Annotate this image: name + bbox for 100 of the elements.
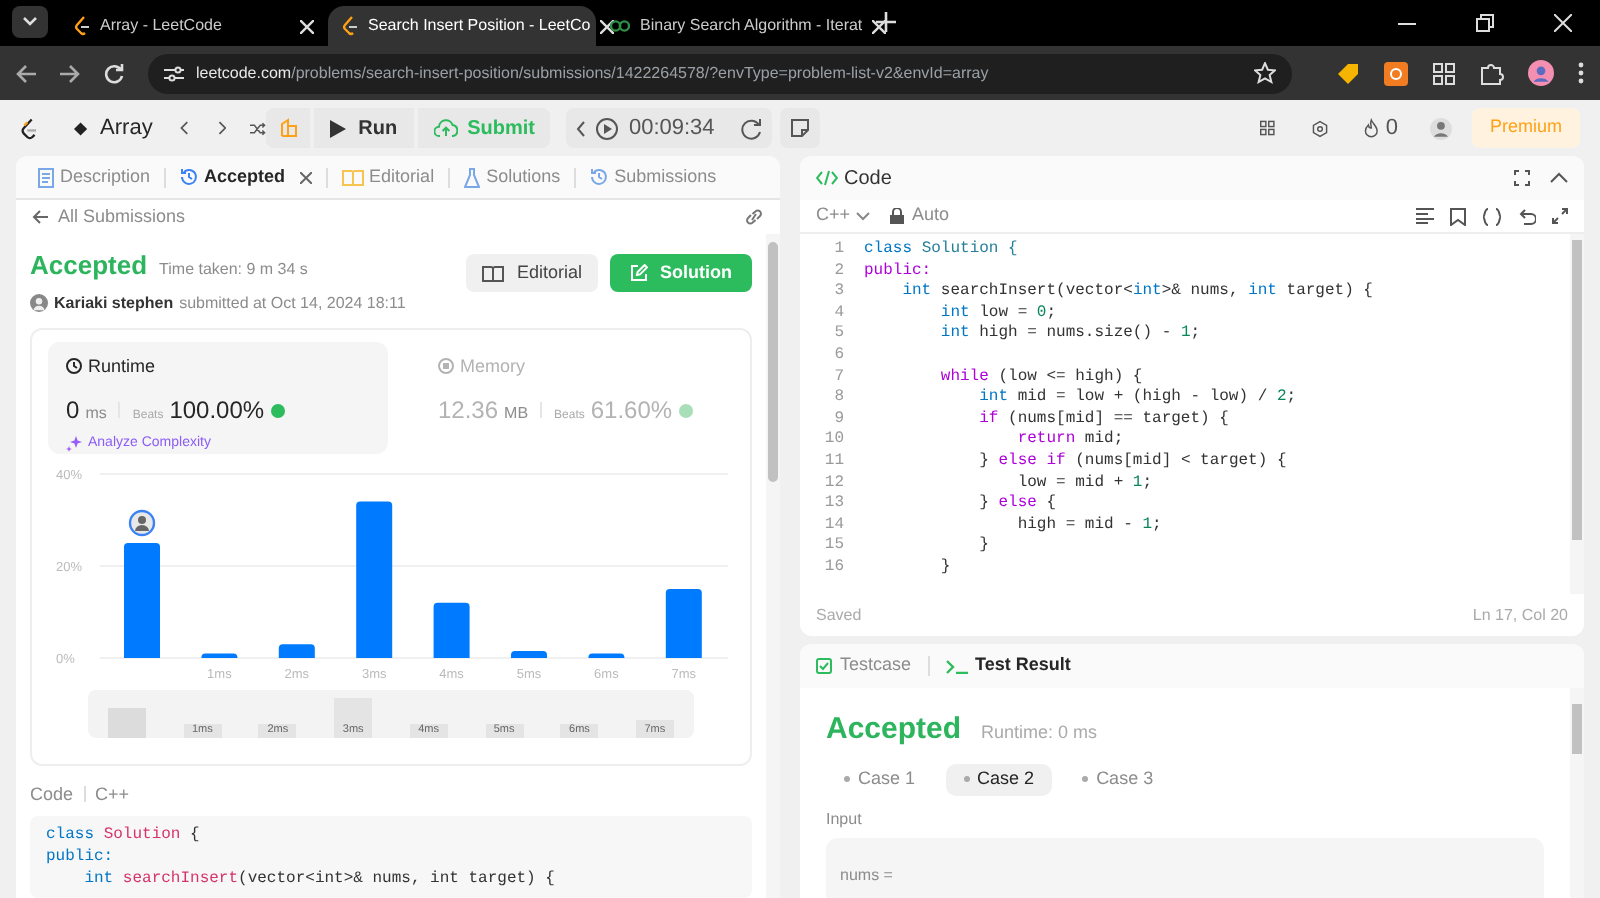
- editorial-button[interactable]: Editorial: [466, 254, 598, 292]
- menu-icon[interactable]: [1578, 62, 1584, 84]
- site-settings-icon[interactable]: [164, 63, 184, 83]
- history-icon: [180, 168, 199, 186]
- history-icon: [590, 168, 609, 186]
- note-button[interactable]: [780, 108, 821, 148]
- braces-icon[interactable]: [1482, 207, 1502, 225]
- undo-icon[interactable]: [1518, 207, 1536, 225]
- panel-tab[interactable]: Testcase: [816, 652, 912, 680]
- panel-tab[interactable]: Editorial: [335, 159, 441, 195]
- case-tab[interactable]: Case 1: [826, 763, 934, 795]
- play-icon: [596, 117, 619, 139]
- chevron-down-icon[interactable]: [856, 211, 871, 221]
- bar[interactable]: [433, 601, 470, 657]
- puzzle-icon[interactable]: [1480, 61, 1504, 85]
- submission-status: Accepted: [30, 248, 148, 284]
- browser-tab[interactable]: Array - LeetCode: [60, 6, 328, 46]
- shuffle-icon[interactable]: [250, 119, 267, 137]
- back-arrow-icon[interactable]: [32, 210, 48, 224]
- bookmark-icon[interactable]: [1450, 207, 1466, 225]
- profile-avatar-icon[interactable]: [1528, 60, 1554, 86]
- forward-icon[interactable]: [60, 63, 80, 83]
- chip-icon: [438, 358, 454, 375]
- collapse-icon[interactable]: [1550, 172, 1568, 184]
- all-submissions-link[interactable]: All Submissions: [58, 203, 186, 231]
- edit-icon: [630, 264, 648, 282]
- browser-tab[interactable]: Binary Search Algorithm - Iterat: [596, 6, 864, 46]
- bar[interactable]: [665, 588, 702, 657]
- bar[interactable]: [588, 652, 625, 657]
- code-line: }: [977, 536, 989, 558]
- beats-percent: 61.60%: [590, 394, 673, 428]
- problem-list-link[interactable]: Array: [100, 111, 153, 145]
- next-icon[interactable]: [217, 118, 227, 138]
- cursor-position: Ln 17, Col 20: [1472, 603, 1568, 627]
- favicon-icon: [74, 16, 90, 36]
- code-line: int high = nums.size() - 1;: [938, 324, 1201, 346]
- bar[interactable]: [511, 650, 547, 657]
- timer[interactable]: 00:09:34: [566, 108, 773, 148]
- settings-icon[interactable]: [1311, 117, 1328, 139]
- metric-title: Memory: [460, 353, 526, 380]
- panel-title: Code: [844, 165, 892, 193]
- metric-value: 12.36: [438, 394, 499, 428]
- solution-button[interactable]: Solution: [610, 254, 752, 292]
- bar[interactable]: [356, 500, 393, 657]
- panel-tab[interactable]: Accepted: [174, 159, 318, 195]
- scrollbar[interactable]: [766, 234, 780, 898]
- bar[interactable]: [278, 643, 315, 657]
- tag-extension-icon[interactable]: [1336, 61, 1360, 85]
- streak-count[interactable]: 0: [1385, 111, 1399, 145]
- input-variable: nums =: [840, 865, 893, 883]
- line-number: 15: [822, 536, 846, 558]
- code-line: low = mid + 1;: [1015, 473, 1153, 494]
- code-line: } else if (nums[mid] < target) {: [977, 451, 1287, 474]
- format-icon[interactable]: [1416, 208, 1434, 224]
- panel-tab[interactable]: Submissions: [584, 159, 723, 195]
- close-tab-icon[interactable]: [872, 19, 887, 33]
- code-line: } else {: [977, 494, 1057, 516]
- code-icon: [816, 170, 838, 186]
- logo-icon[interactable]: [20, 113, 39, 143]
- close-tab-icon[interactable]: [600, 19, 615, 33]
- restore-icon[interactable]: [1476, 14, 1494, 32]
- panel-tab[interactable]: Solutions: [458, 159, 567, 195]
- scrollbar[interactable]: [1570, 234, 1584, 594]
- code-line: int searchInsert(vector<int>& nums, int target) {: [900, 282, 1373, 304]
- run-button[interactable]: Run: [314, 108, 414, 148]
- link-icon[interactable]: [744, 208, 764, 226]
- code-line: while (low <= high) {: [938, 367, 1143, 388]
- case-tab[interactable]: Case 2: [945, 763, 1053, 795]
- layout-icon[interactable]: [1260, 118, 1276, 138]
- user-avatar-icon[interactable]: [1430, 113, 1452, 143]
- author-name[interactable]: Kariaki stephen: [54, 291, 174, 315]
- scrollbar[interactable]: [1570, 688, 1584, 898]
- line-number: 3: [832, 282, 846, 304]
- user-avatar-icon: [128, 508, 156, 536]
- back-icon[interactable]: [16, 63, 36, 83]
- close-tab-icon[interactable]: [300, 19, 314, 33]
- reload-icon[interactable]: [104, 63, 124, 83]
- new-tab-icon[interactable]: [876, 12, 896, 32]
- metric-title: Runtime: [88, 353, 156, 379]
- previous-icon[interactable]: [180, 118, 190, 138]
- fullscreen-icon[interactable]: [1514, 170, 1530, 186]
- language-selector[interactable]: C++: [816, 202, 851, 230]
- square-extension-icon[interactable]: [1384, 61, 1408, 85]
- grid-extension-icon[interactable]: [1432, 61, 1456, 85]
- language-label: C++: [95, 781, 130, 807]
- tab-list-icon[interactable]: [12, 6, 48, 38]
- input-label: Input: [826, 807, 864, 831]
- panel-tab[interactable]: Test Result: [945, 652, 1071, 680]
- star-icon[interactable]: [1254, 62, 1276, 84]
- expand-icon[interactable]: [1552, 208, 1568, 224]
- mode-label[interactable]: Auto: [912, 202, 950, 230]
- flame-icon[interactable]: [1363, 116, 1378, 140]
- code-label: Code: [30, 781, 74, 807]
- sparkle-icon: [66, 436, 82, 453]
- line-number: 13: [822, 494, 846, 516]
- case-tab[interactable]: Case 3: [1064, 763, 1172, 795]
- bar[interactable]: [201, 652, 238, 657]
- panel-tab[interactable]: Description: [32, 159, 157, 195]
- note-icon: [790, 118, 811, 138]
- address-bar[interactable]: leetcode.com/problems/search-insert-position/submissions/1422264578/?envType=problem-list-v2&envId=array: [148, 53, 1292, 93]
